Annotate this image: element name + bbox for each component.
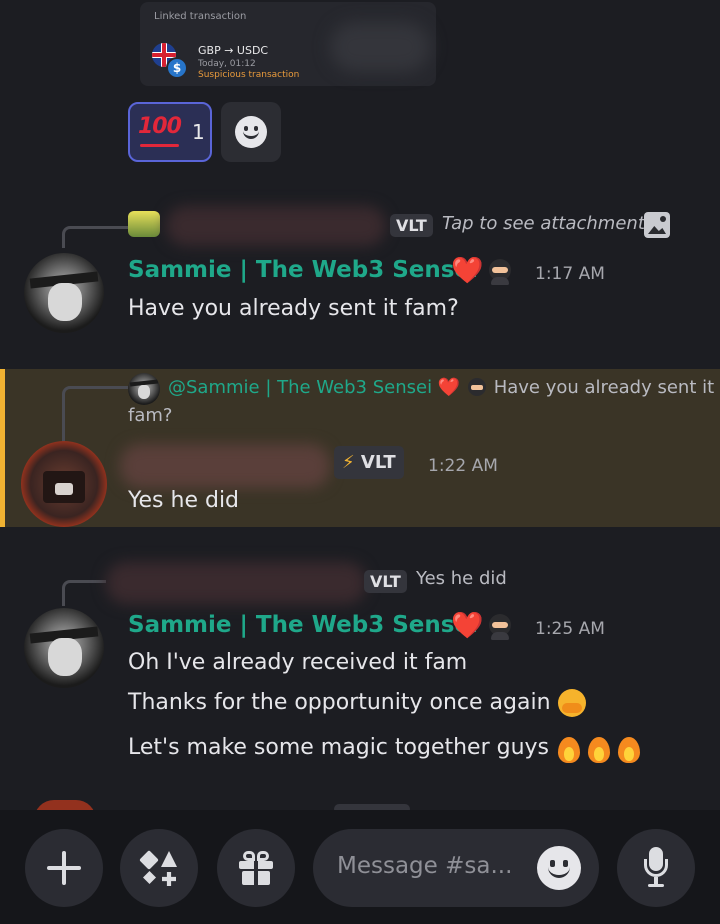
redacted-amount xyxy=(330,22,430,72)
heart-icon: ❤️ xyxy=(437,377,461,398)
reply-preview[interactable]: Yes he did xyxy=(416,568,507,589)
reply-preview[interactable]: @Sammie | The Web3 Sensei ❤️ Have you al… xyxy=(168,377,714,398)
mention-bar xyxy=(0,369,5,527)
username[interactable]: Sammie | The Web3 Sensei xyxy=(128,612,478,638)
gift-icon xyxy=(237,849,275,887)
reply-avatar xyxy=(128,373,160,405)
fire-icon xyxy=(616,733,642,763)
message-line: Oh I've already received it fam xyxy=(128,650,468,675)
reply-avatar xyxy=(128,211,160,237)
avatar[interactable] xyxy=(21,441,107,527)
message-text: Have you already sent it fam? xyxy=(128,296,459,321)
avatar[interactable] xyxy=(24,253,104,333)
ninja-icon xyxy=(486,612,514,640)
timestamp: 1:17 AM xyxy=(535,264,605,284)
gift-button[interactable] xyxy=(217,829,295,907)
microphone-button[interactable] xyxy=(617,829,695,907)
reply-connector xyxy=(62,226,128,248)
reaction-hundred[interactable]: 100 1 xyxy=(128,102,212,162)
reply-connector xyxy=(62,580,106,606)
avatar[interactable] xyxy=(24,608,104,688)
reaction-count: 1 xyxy=(192,120,205,144)
timestamp: 1:22 AM xyxy=(428,456,498,476)
message-input[interactable]: Message #sa... xyxy=(313,829,599,907)
redacted-username xyxy=(166,206,386,246)
reply-tag: VLT xyxy=(390,214,433,237)
currency-pair: GBP → USDC xyxy=(198,44,269,57)
ninja-icon xyxy=(466,378,488,398)
linked-transaction-card[interactable]: Linked transaction $ GBP → USDC Today, 0… xyxy=(140,2,436,86)
mention[interactable]: @Sammie | The Web3 Sensei xyxy=(168,377,432,398)
emoji-icon xyxy=(235,116,267,148)
apps-button[interactable] xyxy=(120,829,198,907)
heart-icon: ❤️ xyxy=(451,256,484,286)
lightning-icon: ⚡ xyxy=(342,452,355,473)
reply-preview[interactable]: Tap to see attachment xyxy=(442,213,645,234)
add-button[interactable] xyxy=(25,829,103,907)
redacted-username xyxy=(106,562,366,604)
timestamp: 1:25 AM xyxy=(535,619,605,639)
apps-icon xyxy=(139,849,178,887)
add-reaction-button[interactable] xyxy=(221,102,281,162)
redacted-username xyxy=(120,444,330,488)
username[interactable]: Sammie | The Web3 Sensei xyxy=(128,257,478,283)
microphone-icon xyxy=(644,847,668,889)
transaction-time: Today, 01:12 xyxy=(198,59,256,69)
reply-connector xyxy=(62,386,128,446)
linked-transaction-header: Linked transaction xyxy=(154,11,247,22)
message-line: Let's make some magic together guys xyxy=(128,733,646,763)
fire-icon xyxy=(556,733,582,763)
ninja-icon xyxy=(486,257,514,285)
suspicious-label: Suspicious transaction xyxy=(198,70,300,80)
hugging-face-icon xyxy=(557,689,586,717)
message-placeholder: Message #sa... xyxy=(337,853,513,879)
emoji-icon[interactable] xyxy=(537,846,581,890)
message-text: Yes he did xyxy=(128,488,240,513)
fire-icon xyxy=(586,733,612,763)
role-tag: ⚡ VLT xyxy=(334,446,404,479)
message-line: Thanks for the opportunity once again xyxy=(128,689,586,717)
hundred-emoji-icon: 100 xyxy=(138,114,182,147)
reply-preview-wrap: fam? xyxy=(128,405,173,426)
heart-icon: ❤️ xyxy=(451,611,484,641)
usdc-icon: $ xyxy=(166,57,188,79)
reply-tag: VLT xyxy=(364,570,407,593)
image-icon xyxy=(644,212,670,238)
